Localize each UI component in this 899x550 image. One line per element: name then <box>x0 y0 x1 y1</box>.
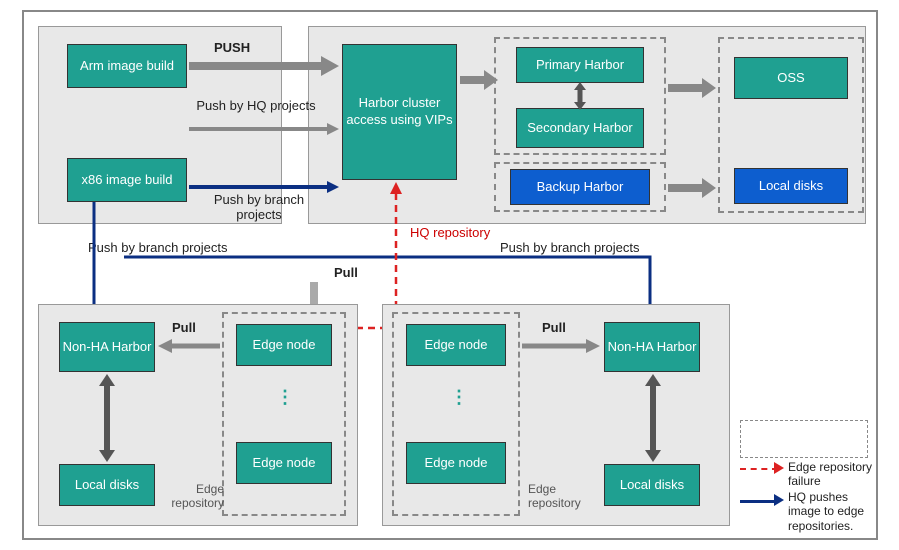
node-label: Non-HA Harbor <box>63 339 152 356</box>
legend-red-line <box>740 468 778 470</box>
arrow-harbor-primary <box>460 68 498 92</box>
node-label: OSS <box>777 70 804 87</box>
node-edge-br: Edge node <box>406 442 506 484</box>
label-pull-left: Pull <box>172 320 196 335</box>
legend-blue-line <box>740 500 778 503</box>
arrow-pull-left <box>158 336 220 356</box>
node-label: Edge node <box>253 337 316 354</box>
legend-push: HQ pushes image to edge repositories. <box>788 490 878 533</box>
arrow-backup-local <box>668 176 716 200</box>
label-push: PUSH <box>214 40 250 55</box>
legend-fail: Edge repository failure <box>788 460 874 488</box>
node-label: Arm image build <box>80 58 174 75</box>
node-label: Edge node <box>253 455 316 472</box>
arrow-push-hq <box>189 122 339 136</box>
arrow-primary-oss <box>668 76 716 100</box>
vdots-left: ⋮ <box>276 387 295 408</box>
node-label: Local disks <box>759 178 823 195</box>
arrow-push-arm <box>189 52 339 80</box>
node-label: Local disks <box>620 477 684 494</box>
arrow-primary-secondary <box>570 82 590 110</box>
label-pull-right: Pull <box>542 320 566 335</box>
node-edge-tl: Edge node <box>236 324 332 366</box>
node-secondary-harbor: Secondary Harbor <box>516 108 644 148</box>
node-arm-image-build: Arm image build <box>67 44 187 88</box>
label-hq-repo: HQ repository <box>410 225 490 240</box>
node-label: Edge node <box>425 337 488 354</box>
node-label: Backup Harbor <box>537 179 624 196</box>
node-harbor-vip: Harbor cluster access using VIPs <box>342 44 457 180</box>
arrow-updown-right <box>642 374 664 462</box>
node-x86-image-build: x86 image build <box>67 158 187 202</box>
node-primary-harbor: Primary Harbor <box>516 47 644 83</box>
node-label: Harbor cluster access using VIPs <box>343 95 456 129</box>
node-local-disks-right: Local disks <box>604 464 700 506</box>
node-local-disks-left: Local disks <box>59 464 155 506</box>
node-label: Edge node <box>425 455 488 472</box>
label-edge-repo-right: Edge repository <box>528 482 598 510</box>
node-label: Secondary Harbor <box>527 120 633 137</box>
diagram-outer: Arm image build x86 image build Harbor c… <box>22 10 878 540</box>
node-label: Non-HA Harbor <box>608 339 697 356</box>
node-label: Primary Harbor <box>536 57 624 74</box>
arrow-pull-right <box>522 336 600 356</box>
node-oss: OSS <box>734 57 848 99</box>
vdots-right: ⋮ <box>450 387 469 408</box>
node-nonha-right: Non-HA Harbor <box>604 322 700 372</box>
legend-dashed-sample <box>740 420 868 458</box>
node-edge-tr: Edge node <box>406 324 506 366</box>
node-edge-bl: Edge node <box>236 442 332 484</box>
node-backup-harbor: Backup Harbor <box>510 169 650 205</box>
node-nonha-left: Non-HA Harbor <box>59 322 155 372</box>
legend-blue-arrowhead <box>774 494 784 506</box>
node-label: Local disks <box>75 477 139 494</box>
node-local-disks-top: Local disks <box>734 168 848 204</box>
label-push-hq: Push by HQ projects <box>196 98 316 113</box>
legend-red-arrowhead <box>774 462 784 474</box>
label-edge-repo-left: Edge repository <box>164 482 224 510</box>
node-label: x86 image build <box>81 172 172 189</box>
arrow-updown-left <box>96 374 118 462</box>
